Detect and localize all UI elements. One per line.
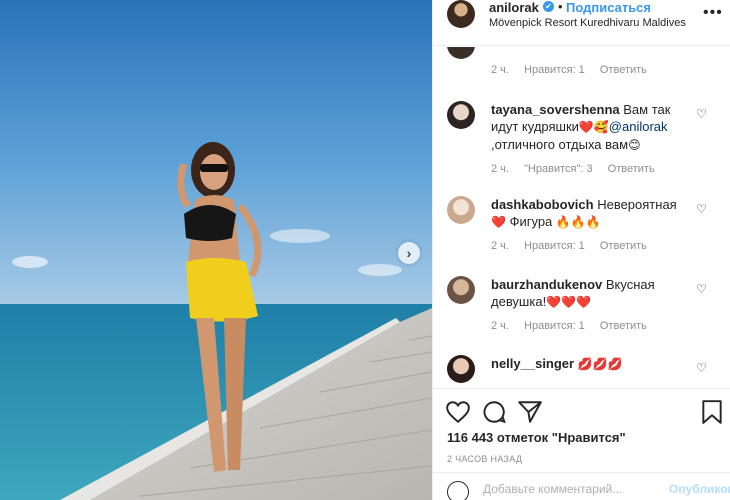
comment-text: nelly__singer 💋💋💋 xyxy=(491,355,691,373)
author-avatar[interactable] xyxy=(447,0,475,28)
author-username[interactable]: anilorak xyxy=(489,0,539,15)
publish-button[interactable]: Опубликовать xyxy=(669,482,730,496)
like-comment-heart-icon[interactable]: ♡ xyxy=(696,107,707,121)
comment-text: baurzhandukenov Вкусная девушка!❤️❤️❤️ xyxy=(491,276,691,311)
verified-badge-icon: ✔ xyxy=(543,1,554,12)
post-location[interactable]: Mövenpick Resort Kuredhivaru Maldives xyxy=(489,17,686,29)
follow-button[interactable]: Подписаться xyxy=(566,0,651,15)
comment-emoji-a: ❤️🥰 xyxy=(578,120,609,134)
comments-list[interactable]: 😊😊 2 ч. Нравится: 1 Ответить tayana_sove… xyxy=(433,47,730,388)
comment-meta: 2 ч. Нравится: 1 Ответить xyxy=(491,64,659,76)
commenter-username[interactable]: tayana_sovershenna xyxy=(491,102,620,117)
share-send-icon[interactable] xyxy=(517,399,543,425)
comment-time[interactable]: 2 ч. xyxy=(491,163,509,175)
add-comment-row: Опубликовать xyxy=(433,472,730,500)
comment-text: tayana_sovershenna Вам так идут кудряшки… xyxy=(491,101,691,154)
add-comment-input[interactable] xyxy=(483,482,633,496)
comment-likes[interactable]: "Нравится": 3 xyxy=(524,163,593,175)
emoji-smile-icon[interactable] xyxy=(447,481,469,500)
commenter-avatar[interactable] xyxy=(447,47,475,59)
comment-meta: 2 ч. Нравится: 1 Ответить xyxy=(491,240,659,252)
comment-time[interactable]: 2 ч. xyxy=(491,240,509,252)
comment-mention-link[interactable]: @anilorak xyxy=(609,119,668,134)
comment-time[interactable]: 2 ч. xyxy=(491,64,509,76)
comment-reply-button[interactable]: Ответить xyxy=(608,163,655,175)
post-time[interactable]: 2 ЧАСОВ НАЗАД xyxy=(447,454,522,464)
comment-meta: 2 ч. Нравится: 1 Ответить xyxy=(491,320,659,332)
comment-emoji-a: ❤️ xyxy=(491,215,506,229)
comment-emoji: 😊😊 xyxy=(491,47,516,49)
post-side-panel: anilorak ✔ • Подписаться Mövenpick Resor… xyxy=(432,0,730,500)
like-comment-heart-icon[interactable]: ♡ xyxy=(696,202,707,216)
comment-body-b: ,отличного отдыха вам xyxy=(491,137,629,152)
comment-text: dashkabobovich Невероятная ❤️ Фигура 🔥🔥🔥 xyxy=(491,196,691,231)
comment-emoji-b: 😊 xyxy=(628,138,641,152)
comment-reply-button[interactable]: Ответить xyxy=(600,240,647,252)
comment-time[interactable]: 2 ч. xyxy=(491,320,509,332)
commenter-avatar[interactable] xyxy=(447,196,475,224)
comment-reply-button[interactable]: Ответить xyxy=(600,64,647,76)
comment-bubble-icon[interactable] xyxy=(481,399,507,425)
comment-body-b: Фигура xyxy=(509,214,553,229)
commenter-username[interactable]: nelly__singer xyxy=(491,356,574,371)
commenter-avatar[interactable] xyxy=(447,355,475,383)
next-photo-arrow-icon[interactable]: › xyxy=(398,242,420,264)
post-photo[interactable]: › xyxy=(0,0,432,500)
like-comment-heart-icon[interactable]: ♡ xyxy=(696,282,707,296)
commenter-username[interactable]: dashkabobovich xyxy=(491,197,594,212)
like-heart-icon[interactable] xyxy=(445,399,471,425)
like-comment-heart-icon[interactable]: ♡ xyxy=(696,361,707,375)
bookmark-save-icon[interactable] xyxy=(699,399,725,425)
post-actions: 116 443 отметок "Нравится" 2 ЧАСОВ НАЗАД… xyxy=(433,388,730,500)
comment-emoji-a: ❤️❤️❤️ xyxy=(546,295,592,309)
comment-emoji-b: 🔥🔥🔥 xyxy=(555,215,601,229)
comment-emoji-a: 💋💋💋 xyxy=(577,357,623,371)
beach-photo-image xyxy=(0,0,432,500)
comment-text: 😊😊 xyxy=(491,47,691,51)
commenter-avatar[interactable] xyxy=(447,276,475,304)
post-header: anilorak ✔ • Подписаться Mövenpick Resor… xyxy=(433,0,730,46)
more-options-icon[interactable]: ••• xyxy=(703,4,723,22)
comment-meta: 2 ч. "Нравится": 3 Ответить xyxy=(491,163,667,175)
commenter-avatar[interactable] xyxy=(447,101,475,129)
commenter-username[interactable]: baurzhandukenov xyxy=(491,277,602,292)
likes-count[interactable]: 116 443 отметок "Нравится" xyxy=(447,430,626,445)
comment-likes[interactable]: Нравится: 1 xyxy=(524,64,585,76)
comment-body-a: Невероятная xyxy=(597,197,677,212)
separator-dot: • xyxy=(558,0,563,14)
comment-likes[interactable]: Нравится: 1 xyxy=(524,320,585,332)
comment-likes[interactable]: Нравится: 1 xyxy=(524,240,585,252)
comment-reply-button[interactable]: Ответить xyxy=(600,320,647,332)
